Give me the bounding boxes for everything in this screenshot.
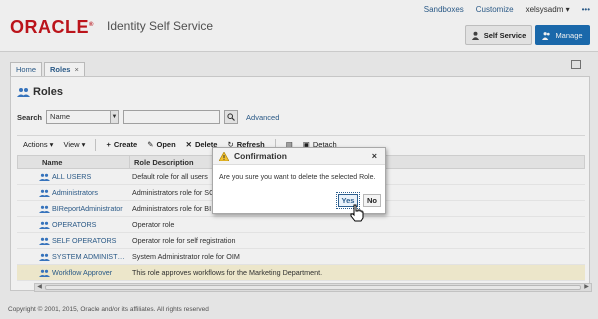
horizontal-scrollbar[interactable]: ◀ ▶	[34, 283, 592, 292]
role-icon	[39, 253, 50, 261]
user-menu[interactable]: xelsysadm ▾	[526, 5, 570, 14]
no-button[interactable]: No	[363, 194, 381, 207]
scroll-right-icon[interactable]: ▶	[582, 284, 591, 291]
table-row[interactable]: OPERATORS Operator role	[17, 217, 585, 233]
create-button[interactable]: + Create	[106, 140, 137, 149]
role-icon	[39, 237, 50, 245]
tab-strip: Home Roles ×	[10, 62, 87, 76]
search-icon	[227, 113, 235, 121]
search-bar: Search Name ▼ Advanced	[17, 110, 279, 124]
close-icon[interactable]: ×	[372, 151, 377, 161]
role-name: Administrators	[52, 188, 98, 197]
divider	[95, 138, 97, 151]
people-icon	[542, 31, 551, 40]
scroll-thumb[interactable]	[45, 285, 581, 290]
more-icon[interactable]: •••	[582, 5, 590, 14]
column-header-name[interactable]: Name	[40, 158, 129, 167]
table-row[interactable]: Workflow Approver This role approves work…	[17, 265, 585, 281]
customize-link[interactable]: Customize	[476, 5, 514, 14]
pencil-icon: ✎	[147, 140, 154, 149]
role-name: Workflow Approver	[52, 268, 113, 277]
role-name: ALL USERS	[52, 172, 92, 181]
table-row[interactable]: SELF OPERATORS Operator role for self reg…	[17, 233, 585, 249]
role-icon	[39, 189, 50, 197]
search-input[interactable]	[123, 110, 221, 124]
dialog-message: Are you sure you want to delete the sele…	[219, 174, 376, 181]
open-button[interactable]: ✎ Open	[147, 140, 175, 149]
app-title: Identity Self Service	[107, 19, 214, 33]
role-name: BIReportAdministrator	[52, 204, 123, 213]
role-name-link[interactable]: SYSTEM ADMINIST…	[39, 252, 128, 261]
advanced-search-link[interactable]: Advanced	[246, 113, 279, 122]
search-field-select[interactable]: Name ▼	[46, 110, 120, 124]
table-row[interactable]: SYSTEM ADMINIST… System Administrator rol…	[17, 249, 585, 265]
search-label: Search	[17, 112, 43, 122]
role-icon	[39, 269, 50, 277]
actions-menu[interactable]: Actions ▾	[23, 140, 53, 149]
role-name-link[interactable]: BIReportAdministrator	[39, 204, 128, 213]
manage-button[interactable]: Manage	[535, 25, 590, 45]
search-field-value: Name	[50, 112, 71, 121]
dialog-title: Confirmation	[234, 151, 287, 161]
role-icon	[39, 173, 50, 181]
scroll-left-icon[interactable]: ◀	[35, 284, 44, 291]
search-button[interactable]	[224, 110, 239, 124]
plus-icon: +	[106, 140, 111, 149]
person-icon	[471, 31, 479, 40]
warning-icon	[219, 151, 229, 161]
view-menu[interactable]: View ▾	[63, 140, 85, 149]
role-name-link[interactable]: OPERATORS	[39, 220, 128, 229]
role-name-link[interactable]: ALL USERS	[39, 172, 128, 181]
role-icon	[39, 205, 50, 213]
tab-home[interactable]: Home	[10, 62, 43, 76]
self-service-label: Self Service	[483, 30, 527, 40]
page-title: Roles	[17, 86, 63, 98]
close-icon[interactable]: ×	[74, 65, 78, 74]
manage-label: Manage	[555, 30, 583, 40]
role-name-link[interactable]: SELF OPERATORS	[39, 236, 128, 245]
role-icon	[39, 221, 50, 229]
role-description: Operator role for self registration	[132, 236, 236, 245]
page-title-text: Roles	[33, 86, 63, 98]
role-description: System Administrator role for OIM	[132, 252, 240, 261]
create-label: Create	[113, 140, 138, 149]
role-name: SELF OPERATORS	[52, 236, 117, 245]
tab-roles-label: Roles	[50, 65, 71, 74]
window-icon[interactable]	[571, 60, 581, 69]
delete-icon: ✕	[185, 140, 192, 149]
footer-copyright: Copyright © 2001, 2015, Oracle and/or it…	[8, 306, 209, 313]
roles-icon	[17, 88, 30, 97]
self-service-button[interactable]: Self Service	[465, 25, 532, 45]
role-name: SYSTEM ADMINIST…	[52, 252, 125, 261]
role-name-link[interactable]: Administrators	[39, 188, 128, 197]
top-nav: Sandboxes Customize xelsysadm ▾ •••	[424, 5, 590, 14]
role-name: OPERATORS	[52, 220, 97, 229]
mouse-cursor-icon	[350, 204, 364, 222]
chevron-down-icon: ▼	[110, 111, 119, 123]
app-header: ORACLE® Identity Self Service Sandboxes …	[0, 0, 598, 52]
dialog-header: Confirmation ×	[213, 148, 385, 165]
oracle-logo: ORACLE®	[10, 17, 94, 37]
tab-home-label: Home	[16, 65, 37, 74]
sandboxes-link[interactable]: Sandboxes	[424, 5, 464, 14]
role-description: This role approves workflows for the Mar…	[132, 268, 323, 277]
role-name-link[interactable]: Workflow Approver	[39, 268, 128, 277]
open-label: Open	[156, 140, 176, 149]
tab-roles[interactable]: Roles ×	[44, 62, 85, 76]
